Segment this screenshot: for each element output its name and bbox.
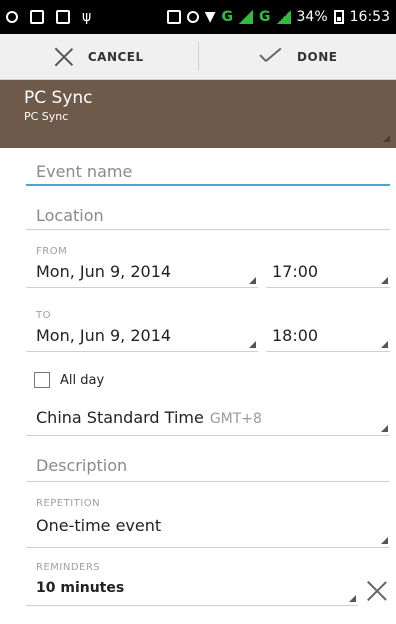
signal-icon (239, 10, 254, 24)
action-bar: CANCEL DONE (0, 34, 396, 80)
close-icon (54, 47, 74, 67)
remove-reminder-button[interactable] (366, 580, 388, 602)
status-icons-right: ▼ G G 34% 16:53 (166, 9, 390, 25)
signal-icon-2 (276, 10, 291, 24)
dropdown-indicator-icon (383, 135, 390, 142)
status-icons-left: ψ (6, 9, 91, 25)
notification-icon (6, 11, 18, 23)
battery-icon (333, 10, 344, 24)
event-name-placeholder: Event name (36, 162, 133, 181)
clock: 16:53 (349, 9, 390, 25)
vibrate-icon (166, 10, 181, 24)
done-button[interactable]: DONE (199, 34, 396, 79)
timezone-offset: GMT+8 (209, 411, 262, 427)
status-bar: ψ ▼ G G 34% 16:53 (0, 0, 396, 34)
timezone-name: China Standard Time (36, 408, 204, 427)
cancel-button[interactable]: CANCEL (0, 34, 198, 79)
to-time-picker[interactable]: 18:00 (266, 322, 390, 352)
spinner-indicator-icon (381, 537, 388, 544)
location-placeholder: Location (36, 206, 104, 225)
reminder-picker[interactable]: 10 minutes (26, 576, 358, 606)
to-label: TO (36, 310, 51, 321)
location-input[interactable]: Location (26, 196, 390, 230)
calendar-title: PC Sync (24, 88, 93, 108)
to-date-value: Mon, Jun 9, 2014 (36, 326, 172, 345)
description-placeholder: Description (36, 456, 128, 475)
calendar-selector[interactable]: PC Sync PC Sync (0, 80, 396, 148)
usb-icon: ψ (82, 9, 92, 25)
from-date-value: Mon, Jun 9, 2014 (36, 262, 172, 281)
battery-percent: 34% (296, 9, 328, 25)
spinner-indicator-icon (349, 595, 356, 602)
to-time-value: 18:00 (272, 326, 319, 345)
message-icon (56, 10, 70, 24)
spinner-indicator-icon (249, 277, 256, 284)
description-input[interactable]: Description (26, 446, 390, 482)
spinner-indicator-icon (249, 341, 256, 348)
spinner-indicator-icon (381, 277, 388, 284)
from-time-picker[interactable]: 17:00 (266, 258, 390, 288)
timezone-row: China Standard Time GMT+8 (26, 404, 390, 427)
reminder-value: 10 minutes (36, 580, 125, 596)
event-name-input[interactable]: Event name (26, 152, 390, 186)
repetition-value: One-time event (36, 516, 162, 535)
calendar-subtitle: PC Sync (24, 110, 69, 123)
repetition-label: REPETITION (36, 498, 101, 509)
from-time-value: 17:00 (272, 262, 319, 281)
network-type-2: G (259, 9, 271, 25)
allday-checkbox[interactable] (34, 372, 50, 388)
gallery-icon (30, 10, 44, 24)
cancel-label: CANCEL (87, 49, 144, 64)
from-date-picker[interactable]: Mon, Jun 9, 2014 (26, 258, 258, 288)
done-label: DONE (297, 49, 338, 64)
from-label: FROM (36, 246, 68, 257)
repetition-picker[interactable]: One-time event (26, 512, 390, 548)
allday-label: All day (60, 372, 105, 388)
check-icon (257, 47, 283, 67)
to-date-picker[interactable]: Mon, Jun 9, 2014 (26, 322, 258, 352)
allday-row[interactable]: All day (34, 372, 104, 388)
spinner-indicator-icon (381, 341, 388, 348)
spinner-indicator-icon (381, 425, 388, 432)
network-type-1: G (221, 9, 234, 25)
reminders-label: REMINDERS (36, 562, 101, 573)
timezone-picker[interactable]: China Standard Time GMT+8 (26, 404, 390, 436)
alarm-icon (186, 11, 199, 23)
wifi-icon: ▼ (204, 9, 216, 25)
